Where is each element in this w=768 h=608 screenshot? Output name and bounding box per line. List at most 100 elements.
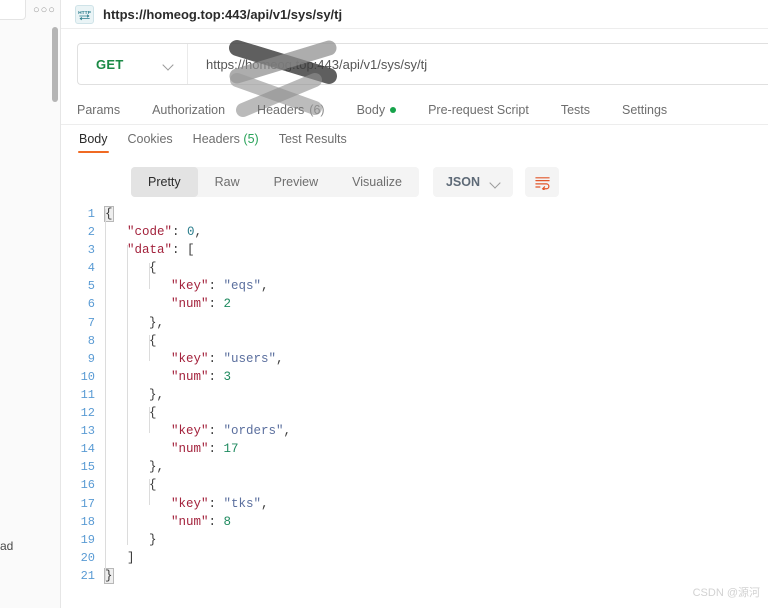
token-brace: {: [149, 261, 157, 276]
code-line-text: "code": 0,: [105, 223, 202, 241]
token-brace: }: [149, 315, 157, 330]
request-tab-pre-request-script-label: Pre-request Script: [428, 102, 529, 117]
token-punct: ,: [156, 315, 165, 330]
request-tab-settings[interactable]: Settings: [606, 103, 683, 117]
sidebar-scrollbar[interactable]: [52, 27, 58, 102]
token-str: "eqs": [223, 279, 262, 294]
request-tab-tests-label: Tests: [560, 102, 590, 117]
code-line-text: "num": 3: [105, 368, 231, 386]
view-mode-pretty[interactable]: Pretty: [131, 167, 198, 197]
token-brace: {: [149, 333, 157, 348]
word-wrap-button[interactable]: [525, 167, 559, 197]
request-title: https://homeog.top:443/api/v1/sys/sy/tj: [103, 6, 343, 22]
chevron-down-icon: [164, 60, 173, 69]
indent-guide: [127, 245, 128, 545]
request-tab-headers-count: (6): [309, 102, 325, 117]
http-protocol-icon: HTTP: [75, 4, 94, 24]
token-brace: [: [187, 243, 195, 258]
token-key: "key": [171, 496, 209, 511]
response-body-viewer[interactable]: 1{2 "code": 0, 3 "data": [4{5 "key": "eqs", 6…: [61, 205, 768, 600]
line-number: 8: [87, 333, 95, 348]
code-line: 16 {: [61, 476, 768, 494]
code-line: 20]: [61, 549, 768, 567]
request-tab-body-label: Body: [356, 102, 386, 117]
request-tab-params-label: Params: [77, 102, 121, 117]
token-punct: :: [172, 243, 188, 258]
request-tab-headers[interactable]: Headers (6): [241, 103, 341, 117]
url-bar: GET https://homeog.top:443/api/v1/sys/sy…: [77, 43, 768, 85]
token-brace: }: [149, 387, 157, 402]
code-line: 4{: [61, 259, 768, 277]
code-line: 18 "num": 8: [61, 513, 768, 531]
more-options-icon[interactable]: ○○○: [33, 5, 56, 16]
token-key: "num": [171, 297, 209, 312]
watermark: CSDN @源河: [692, 587, 760, 599]
line-number: 19: [80, 532, 95, 547]
code-line-text: "num": 8: [105, 513, 231, 531]
code-line: 7},: [61, 314, 768, 332]
code-line: 8{: [61, 332, 768, 350]
token-num: 3: [223, 369, 232, 384]
line-number: 5: [87, 279, 95, 294]
request-tab-body[interactable]: Body: [341, 103, 413, 117]
response-tab-body[interactable]: Body: [69, 132, 118, 153]
code-line-text: "key": "eqs",: [105, 277, 269, 295]
code-line-text: "num": 17: [105, 440, 239, 458]
request-tab-params[interactable]: Params: [77, 103, 136, 117]
line-number: 15: [80, 460, 95, 475]
response-tab-headers-label: Headers: [192, 132, 240, 146]
code-line: 2 "code": 0,: [61, 223, 768, 241]
code-line-text: "data": [: [105, 241, 195, 259]
view-mode-visualize[interactable]: Visualize: [335, 167, 419, 197]
sidebar-panel-edge: [0, 0, 26, 20]
format-label: JSON: [445, 175, 480, 189]
line-number: 20: [80, 550, 95, 565]
url-input[interactable]: https://homeog.top:443/api/v1/sys/sy/tj: [188, 57, 427, 72]
code-line: 14 "num": 17: [61, 440, 768, 458]
token-punct: ,: [156, 387, 165, 402]
code-line: 19}: [61, 531, 768, 549]
response-tab-test-results[interactable]: Test Results: [269, 132, 357, 146]
request-tab-pre-request-script[interactable]: Pre-request Script: [412, 103, 545, 117]
token-punct: :: [208, 514, 224, 529]
token-brace: ]: [127, 550, 135, 565]
code-line: 15},: [61, 458, 768, 476]
view-mode-raw[interactable]: Raw: [198, 167, 257, 197]
code-line-text: },: [105, 314, 164, 332]
request-tab-authorization-label: Authorization: [152, 102, 226, 117]
left-sidebar-partial: ○○○ ad: [0, 0, 61, 608]
method-selector[interactable]: GET: [78, 44, 188, 84]
format-selector[interactable]: JSON: [432, 167, 513, 197]
token-punct: :: [208, 442, 224, 457]
indent-guide: [149, 335, 150, 361]
response-tab-test-results-label: Test Results: [278, 132, 347, 146]
line-number: 1: [87, 207, 95, 221]
code-line-text: "key": "users",: [105, 350, 284, 368]
section-divider: [61, 124, 768, 125]
line-number: 7: [87, 315, 95, 330]
indent-guide: [149, 479, 150, 505]
response-tab-cookies[interactable]: Cookies: [118, 132, 183, 146]
token-key: "key": [171, 424, 209, 439]
code-line-text: "num": 2: [105, 295, 231, 313]
token-str: "tks": [223, 496, 262, 511]
view-mode-preview[interactable]: Preview: [257, 167, 335, 197]
code-line: 12 {: [61, 404, 768, 422]
token-brace: {: [149, 406, 157, 421]
code-line-text: },: [105, 458, 164, 476]
body-modified-dot-icon: [390, 106, 397, 113]
token-str: "orders": [223, 424, 284, 439]
request-tabs: Params Authorization Headers (6) Body Pr…: [77, 96, 768, 123]
token-brace: }: [104, 567, 114, 584]
token-key: "data": [127, 243, 173, 258]
request-tab-tests[interactable]: Tests: [545, 103, 606, 117]
token-key: "num": [171, 514, 209, 529]
request-title-bar: HTTP https://homeog.top:443/api/v1/sys/s…: [61, 0, 768, 29]
code-line: 21}: [61, 567, 768, 585]
response-tab-headers[interactable]: Headers (5): [183, 132, 269, 146]
line-number: 11: [80, 387, 95, 402]
code-line: 3 "data": [: [61, 241, 768, 259]
request-tab-authorization[interactable]: Authorization: [136, 103, 241, 117]
code-line: 5 "key": "eqs",: [61, 277, 768, 295]
json-code-block: 1{2 "code": 0, 3 "data": [4{5 "key": "eqs", 6…: [61, 205, 768, 585]
